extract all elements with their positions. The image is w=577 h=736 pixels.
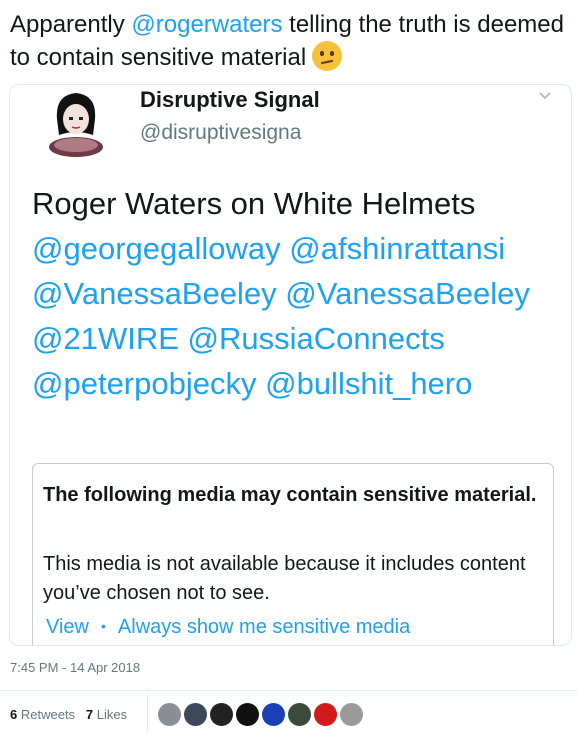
mention-21wire[interactable]: @21WIRE: [32, 321, 179, 356]
quoted-tweet-body: Roger Waters on White Helmets @georgegal…: [32, 181, 562, 406]
chevron-down-icon[interactable]: [538, 89, 552, 103]
sensitive-title: The following media may contain sensitiv…: [43, 484, 537, 506]
stats-divider: [147, 694, 148, 732]
tweet-stats: 6 Retweets 7 Likes: [10, 707, 127, 722]
quoted-avatar[interactable]: [43, 89, 109, 157]
liker-avatar-6[interactable]: [288, 703, 311, 726]
liker-avatar-2[interactable]: [184, 703, 207, 726]
sensitive-actions: View • Always show me sensitive media: [46, 616, 410, 639]
mention-vanessabeeley-2[interactable]: @VanessaBeeley: [285, 276, 530, 311]
quoted-display-name[interactable]: Disruptive Signal: [140, 87, 320, 113]
mention-russiaconnects[interactable]: @RussiaConnects: [188, 321, 445, 356]
liker-avatar-3[interactable]: [210, 703, 233, 726]
view-media-link[interactable]: View: [46, 616, 89, 638]
sensitive-description: This media is not available because it i…: [43, 553, 526, 604]
liker-avatar-5[interactable]: [262, 703, 285, 726]
tweet-text: Apparently @rogerwaters telling the trut…: [10, 8, 570, 74]
tweet-text-before: Apparently: [10, 11, 132, 38]
quoted-tweet-card[interactable]: Disruptive Signal @disruptivesigna Roger…: [9, 84, 572, 646]
mention-bullshit-hero[interactable]: @bullshit_hero: [265, 366, 472, 401]
liker-avatar-7[interactable]: [314, 703, 337, 726]
likes-label: Likes: [96, 707, 128, 722]
mention-georgegalloway[interactable]: @georgegalloway: [32, 231, 281, 266]
liker-avatar-8[interactable]: [340, 703, 363, 726]
divider: [0, 690, 577, 691]
sensitive-media-notice: The following media may contain sensitiv…: [32, 463, 554, 645]
quoted-body-text: Roger Waters on White Helmets: [32, 186, 476, 221]
liker-avatar-1[interactable]: [158, 703, 181, 726]
likes-count: 7: [85, 707, 94, 722]
thinking-face-icon: [312, 41, 343, 71]
mention-afshinrattansi[interactable]: @afshinrattansi: [289, 231, 505, 266]
likes-stat[interactable]: 7 Likes: [86, 707, 127, 722]
retweets-count: 6: [10, 707, 18, 722]
tweet-timestamp[interactable]: 7:45 PM - 14 Apr 2018: [10, 660, 140, 675]
quoted-handle[interactable]: @disruptivesigna: [140, 121, 301, 145]
retweets-label: Retweets: [20, 707, 76, 722]
liker-avatar-4[interactable]: [236, 703, 259, 726]
separator-dot: •: [101, 618, 106, 634]
mention-peterpobjecky[interactable]: @peterpobjecky: [32, 366, 256, 401]
mention-vanessabeeley[interactable]: @VanessaBeeley: [32, 276, 277, 311]
mention-link[interactable]: @rogerwaters: [131, 11, 282, 38]
retweets-stat[interactable]: 6 Retweets: [10, 707, 75, 722]
always-show-sensitive-link[interactable]: Always show me sensitive media: [118, 616, 410, 638]
